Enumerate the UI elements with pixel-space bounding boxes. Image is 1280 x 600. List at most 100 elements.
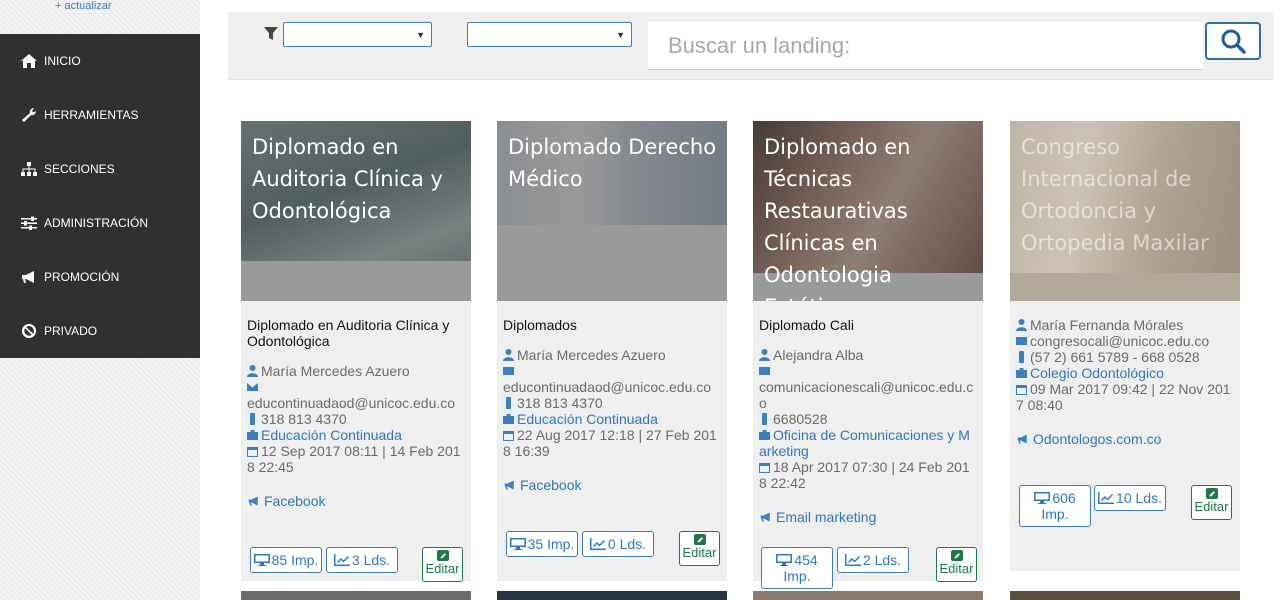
- filter-select-1[interactable]: ▼: [283, 22, 432, 47]
- landing-title: Diplomado en Auditoria Clínica y Odontol…: [252, 135, 443, 223]
- department-link[interactable]: Educación Continuada: [517, 411, 658, 427]
- next-card-thumbnail[interactable]: [241, 591, 471, 600]
- sidebar-item-label: PRIVADO: [44, 324, 98, 338]
- chart-line-icon: [333, 554, 350, 566]
- landing-thumbnail[interactable]: Diplomado en Técnicas Restaurativas Clín…: [753, 121, 983, 301]
- sidebar-item-promocion[interactable]: PROMOCIÓN: [0, 250, 200, 304]
- user-icon: [1016, 319, 1027, 331]
- owner-email: congresocali@unicoc.edu.co: [1030, 333, 1210, 349]
- sidebar-item-secciones[interactable]: SECCIONES: [0, 142, 200, 196]
- bullhorn-icon: [760, 512, 770, 522]
- department-link[interactable]: Educación Continuada: [261, 427, 402, 443]
- next-card-thumbnail[interactable]: [1010, 591, 1240, 600]
- landing-card: Diplomado en Técnicas Restaurativas Clín…: [753, 121, 983, 589]
- sidebar-item-inicio[interactable]: INICIO: [0, 34, 200, 88]
- chart-line-icon: [1098, 492, 1115, 504]
- edit-button[interactable]: Editar: [936, 547, 977, 582]
- owner-phone: 6680528: [773, 411, 828, 427]
- chevron-down-icon: ▼: [416, 30, 425, 40]
- thumbnail-band: [1010, 273, 1240, 301]
- landing-card: Congreso Internacional de Ortodoncia y O…: [1010, 121, 1240, 571]
- leads-button[interactable]: 10 Lds.: [1094, 485, 1166, 511]
- filter-icon: [264, 27, 278, 40]
- chart-line-icon: [844, 554, 861, 566]
- bullhorn-icon: [1017, 434, 1027, 444]
- landing-thumbnail[interactable]: Congreso Internacional de Ortodoncia y O…: [1010, 121, 1240, 301]
- search-input[interactable]: [648, 22, 1203, 70]
- sidebar-item-herramientas[interactable]: HERRAMIENTAS: [0, 88, 200, 142]
- calendar-icon: [1016, 385, 1027, 395]
- sidebar: + actualizar INICIO HERRAMIENTAS SECCION…: [0, 0, 200, 600]
- department-link[interactable]: Colegio Odontológico: [1030, 365, 1164, 381]
- briefcase-icon: [759, 430, 770, 440]
- landing-category: Diplomado en Auditoria Clínica y Odontol…: [247, 317, 450, 349]
- user-icon: [503, 349, 514, 361]
- update-link[interactable]: + actualizar: [55, 0, 112, 12]
- landing-dates: 09 Mar 2017 09:42 | 22 Nov 2017 08:40: [1016, 381, 1231, 413]
- edit-icon: [950, 550, 963, 561]
- landing-category: Diplomados: [503, 317, 577, 333]
- impressions-button[interactable]: 454 Imp.: [761, 547, 833, 589]
- leads-button[interactable]: 2 Lds.: [837, 547, 909, 573]
- landing-dates: 22 Aug 2017 12:18 | 27 Feb 2018 16:39: [503, 427, 717, 459]
- mobile-icon: [250, 413, 255, 425]
- mobile-icon: [1019, 351, 1024, 363]
- briefcase-icon: [503, 414, 514, 424]
- edit-button[interactable]: Editar: [679, 531, 720, 566]
- mobile-icon: [762, 413, 767, 425]
- landing-title: Diplomado en Técnicas Restaurativas Clín…: [764, 135, 911, 301]
- promo-channel-link[interactable]: Odontologos.com.co: [1033, 431, 1161, 447]
- envelope-icon: [247, 383, 258, 391]
- desktop-icon: [253, 554, 270, 566]
- briefcase-icon: [247, 430, 258, 440]
- envelope-icon: [503, 367, 514, 375]
- sidebar-item-administracion[interactable]: ADMINISTRACIÓN: [0, 196, 200, 250]
- owner-name: María Mercedes Azuero: [517, 347, 666, 363]
- impressions-button[interactable]: 85 Imp.: [250, 547, 322, 573]
- calendar-icon: [503, 431, 514, 441]
- sidebar-item-privado[interactable]: PRIVADO: [0, 304, 200, 358]
- landing-category: Diplomado Cali: [759, 317, 854, 333]
- next-card-thumbnail[interactable]: [497, 591, 727, 600]
- leads-button[interactable]: 3 Lds.: [326, 547, 398, 573]
- impressions-button[interactable]: 606 Imp.: [1019, 485, 1091, 527]
- owner-name: María Fernanda Mórales: [1030, 317, 1184, 333]
- thumbnail-band: [497, 225, 727, 301]
- sidebar-item-label: ADMINISTRACIÓN: [44, 216, 149, 230]
- next-card-thumbnail[interactable]: [753, 591, 983, 600]
- owner-name: Alejandra Alba: [773, 347, 864, 363]
- calendar-icon: [247, 447, 258, 457]
- search-icon: [1221, 29, 1246, 54]
- landing-dates: 12 Sep 2017 08:11 | 14 Feb 2018 22:45: [247, 443, 461, 475]
- sidebar-item-label: HERRAMIENTAS: [44, 108, 139, 122]
- owner-phone: 318 813 4370: [261, 411, 347, 427]
- owner-email: educontinuadaod@unicoc.edu.co: [247, 395, 456, 411]
- search-button[interactable]: [1205, 22, 1261, 60]
- landing-title: Diplomado Derecho Médico: [508, 135, 717, 191]
- filter-select-2[interactable]: ▼: [467, 22, 632, 47]
- sidebar-item-label: INICIO: [44, 54, 81, 68]
- impressions-button[interactable]: 35 Imp.: [506, 531, 578, 557]
- promo-channel-link[interactable]: Facebook: [520, 477, 581, 493]
- department-link[interactable]: Oficina de Comunicaciones y Marketing: [759, 427, 970, 459]
- promo-channel-link[interactable]: Email marketing: [776, 509, 876, 525]
- thumbnail-band: [241, 261, 471, 301]
- landing-thumbnail[interactable]: Diplomado en Auditoria Clínica y Odontol…: [241, 121, 471, 301]
- chevron-down-icon: ▼: [616, 30, 625, 40]
- owner-email: comunicacionescali@unicoc.edu.co: [759, 379, 974, 411]
- sliders-icon: [21, 216, 37, 230]
- promo-channel-link[interactable]: Facebook: [264, 493, 325, 509]
- bullhorn-icon: [22, 271, 34, 283]
- landing-card: Diplomado en Auditoria Clínica y Odontol…: [241, 121, 471, 582]
- leads-button[interactable]: 0 Lds.: [582, 531, 654, 557]
- landing-title: Congreso Internacional de Ortodoncia y O…: [1021, 135, 1209, 255]
- edit-button[interactable]: Editar: [422, 547, 463, 582]
- mobile-icon: [506, 397, 511, 409]
- envelope-icon: [1016, 337, 1027, 345]
- landing-thumbnail[interactable]: Diplomado Derecho Médico: [497, 121, 727, 301]
- edit-button[interactable]: Editar: [1191, 485, 1232, 520]
- desktop-icon: [509, 538, 526, 550]
- edit-icon: [693, 534, 706, 545]
- edit-icon: [436, 550, 449, 561]
- landing-card: Diplomado Derecho Médico Diplomados Marí…: [497, 121, 727, 581]
